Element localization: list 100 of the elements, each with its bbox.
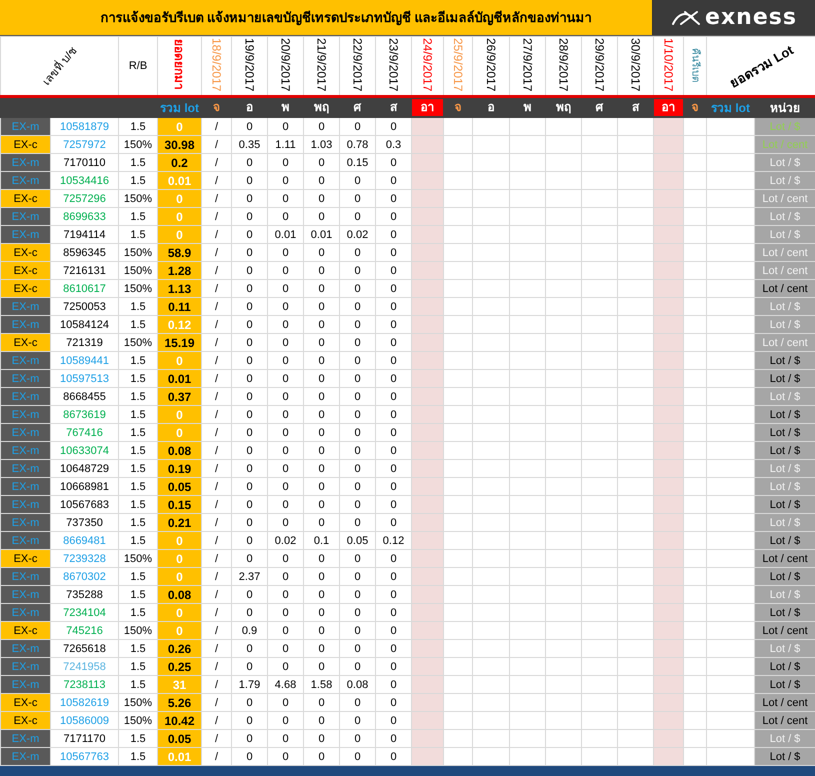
table-cell: 0 [340,244,376,262]
account-number: 7238113 [50,676,118,694]
unit-cell: Lot / $ [754,532,815,550]
day-header: ส [389,99,398,116]
account-number: 7239328 [50,550,118,568]
account-number: 10582619 [50,694,118,712]
total-lot-cell: 0 [158,550,202,568]
account-number: 7194114 [50,226,118,244]
date-header: 24/9/2017 [420,38,434,92]
unit-cell: Lot / $ [754,298,815,316]
table-cell: 0 [340,334,376,352]
account-type-cell: EX-c [0,190,50,208]
account-type-cell: EX-m [0,568,50,586]
total-lot-cell: 0.26 [158,640,202,658]
table-cell: / [202,244,232,262]
total-lot-cell: 10.42 [158,712,202,730]
table-cell: 0 [304,604,340,622]
table-cell: 0 [304,730,340,748]
account-type-cell: EX-m [0,172,50,190]
account-type-cell: EX-c [0,244,50,262]
table-cell: 1.58 [304,676,340,694]
account-number: 745216 [50,622,118,640]
account-number: 8668455 [50,388,118,406]
table-cell: 0 [268,334,304,352]
account-type-cell: EX-m [0,658,50,676]
logo-text: exness [705,5,797,30]
table-cell: 0 [304,712,340,730]
logo-icon [671,10,702,26]
account-number: 8699633 [50,208,118,226]
table-cell: 0 [304,298,340,316]
table-cell: 0 [340,514,376,532]
table-cell: 0.9 [232,622,268,640]
table-cell: 0 [340,478,376,496]
total-lot-cell: 0.11 [158,298,202,316]
total-lot-cell: 5.26 [158,694,202,712]
account-number: 10633074 [50,442,118,460]
table-cell: 0.78 [340,136,376,154]
table-cell: 0 [232,334,268,352]
table-cell: 0 [268,622,304,640]
table-cell: 0 [268,298,304,316]
table-cell: 0 [340,406,376,424]
total-lot-cell: 0 [158,208,202,226]
table-cell: 0 [232,694,268,712]
table-cell: 0 [340,298,376,316]
account-type-cell: EX-m [0,118,50,136]
unit-cell: Lot / $ [754,226,815,244]
day-header: ศ [352,99,362,116]
table-cell: 0 [268,730,304,748]
unit-cell: Lot / $ [754,514,815,532]
date-header: 25/9/2017 [451,38,465,92]
table-cell: 0 [232,190,268,208]
total-lot-cell: 0.01 [158,748,202,766]
table-cell: 0 [304,370,340,388]
table-cell: 0 [232,172,268,190]
unit-cell: Lot / $ [754,460,815,478]
table-cell: 0 [232,370,268,388]
table-cell: 0 [304,568,340,586]
table-cell: 0.35 [232,136,268,154]
table-cell: 0 [304,316,340,334]
table-cell: 0 [268,460,304,478]
account-type-cell: EX-m [0,748,50,766]
table-cell: 0 [232,316,268,334]
table-cell: / [202,514,232,532]
account-type-cell: EX-c [0,262,50,280]
account-number: 7234104 [50,604,118,622]
unit-cell: Lot / $ [754,748,815,766]
total-lot-cell: 0 [158,424,202,442]
table-cell: / [202,694,232,712]
table-cell: 0 [268,370,304,388]
table-cell: 0 [232,244,268,262]
date-header: 23/9/2017 [386,38,400,92]
unit-cell: Lot / cent [754,136,815,154]
account-type-cell: EX-m [0,316,50,334]
table-cell: 0.1 [304,532,340,550]
total-lot-cell: 30.98 [158,136,202,154]
unit-cell: Lot / $ [754,604,815,622]
total-lot-cell: 0 [158,118,202,136]
table-cell: 0 [340,388,376,406]
column-header: R/B [128,60,148,72]
account-type-cell: EX-m [0,604,50,622]
table-cell: / [202,712,232,730]
table-cell: / [202,370,232,388]
day-header: อ [486,99,496,116]
total-lot-cell: 0.19 [158,460,202,478]
table-cell: 0 [232,514,268,532]
table-cell: 0 [340,208,376,226]
table-cell: 0 [304,622,340,640]
table-cell: 0 [268,424,304,442]
table-cell: 0 [268,406,304,424]
unit-cell: Lot / $ [754,172,815,190]
table-cell: 0 [304,496,340,514]
day-header: ส [631,99,640,116]
unit-cell: Lot / $ [754,118,815,136]
account-number: 8669481 [50,532,118,550]
table-cell: / [202,568,232,586]
total-lot-cell: 0 [158,352,202,370]
table-cell: 0 [268,244,304,262]
table-cell: 0 [304,262,340,280]
account-number: 7241958 [50,658,118,676]
table-cell: 0 [304,388,340,406]
